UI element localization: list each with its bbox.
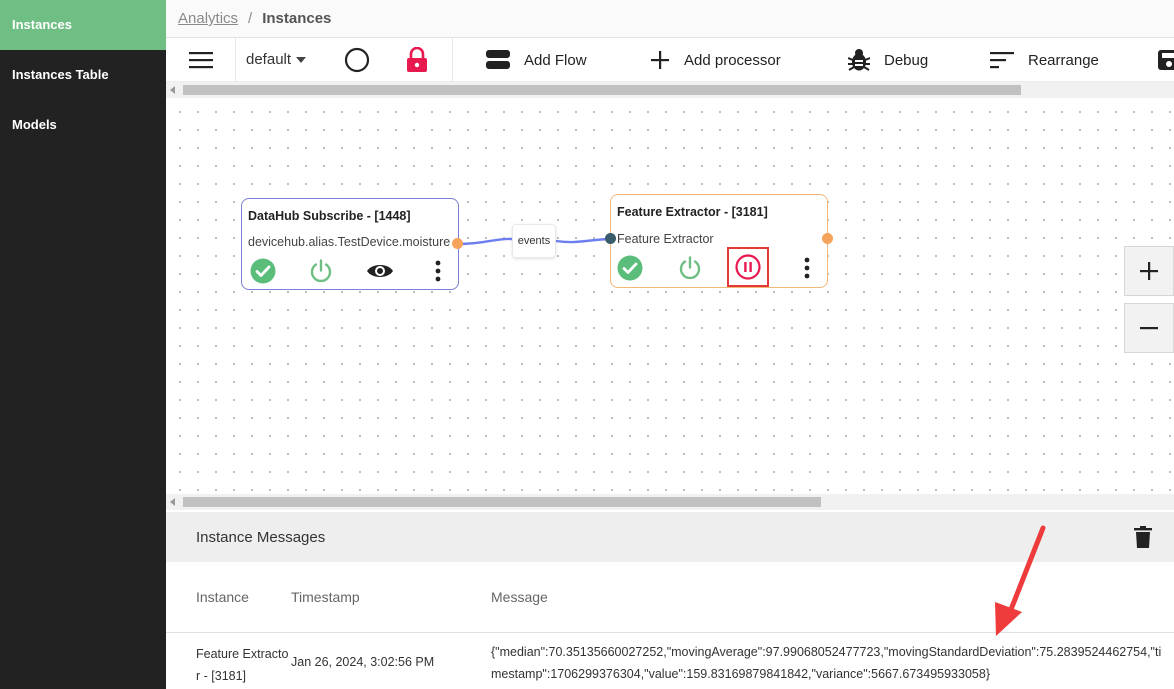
table-row[interactable]: Feature Extractor - [3181] Jan 26, 2024,… <box>166 633 1174 689</box>
canvas-bottom-scrollbar[interactable] <box>166 494 1174 510</box>
node-title: DataHub Subscribe - [1448] <box>248 209 411 223</box>
messages-table-header: Instance Timestamp Message <box>166 562 1174 633</box>
breadcrumb-current: Instances <box>262 10 332 27</box>
row-instance: Feature Extractor - [3181] <box>196 647 289 683</box>
add-flow-button[interactable]: Add Flow <box>486 38 587 82</box>
column-instance: Instance <box>196 589 249 605</box>
status-ok-button[interactable] <box>615 252 645 284</box>
edge-label-events[interactable]: events <box>512 224 556 258</box>
sidebar-item-instances-table[interactable]: Instances Table <box>0 50 166 100</box>
instance-messages-header: Instance Messages <box>166 512 1174 562</box>
zoom-in-button[interactable] <box>1124 246 1174 296</box>
scrollbar-thumb[interactable] <box>183 85 1021 95</box>
check-circle-icon <box>617 255 643 281</box>
scrollbar-thumb[interactable] <box>183 497 821 507</box>
save-icon <box>1158 50 1174 70</box>
column-timestamp: Timestamp <box>291 589 360 605</box>
bug-icon <box>848 49 870 71</box>
toolbar: default Add Flow Add processor Debug Rea… <box>166 37 1174 82</box>
node-title: Feature Extractor - [3181] <box>617 205 768 219</box>
caret-down-icon <box>296 56 307 63</box>
node-feature-extractor[interactable]: Feature Extractor - [3181] Feature Extra… <box>605 194 833 288</box>
rearrange-label: Rearrange <box>1028 51 1099 69</box>
sidebar-item-models[interactable]: Models <box>0 100 166 150</box>
sidebar: Instances Instances Table Models <box>0 0 166 689</box>
node-more-button[interactable] <box>795 252 819 284</box>
node-actions <box>611 247 827 287</box>
status-ok-button[interactable] <box>248 255 278 287</box>
add-processor-button[interactable]: Add processor <box>650 38 781 82</box>
node-subtitle: devicehub.alias.TestDevice.moisture <box>248 235 451 249</box>
flow-canvas[interactable]: DataHub Subscribe - [1448] devicehub.ali… <box>166 98 1174 494</box>
minus-icon <box>1140 327 1158 330</box>
view-button[interactable] <box>364 255 396 287</box>
lock-button[interactable] <box>406 38 428 82</box>
output-port[interactable] <box>822 233 833 244</box>
rearrange-button[interactable]: Rearrange <box>990 38 1099 82</box>
node-datahub-subscribe[interactable]: DataHub Subscribe - [1448] devicehub.ali… <box>241 198 463 290</box>
panel-title: Instance Messages <box>196 528 326 546</box>
check-circle-icon <box>250 258 276 284</box>
save-button[interactable] <box>1158 38 1174 82</box>
scroll-left-arrow-icon[interactable] <box>170 498 175 506</box>
node-subtitle: Feature Extractor <box>617 232 714 246</box>
flow-icon <box>486 50 510 69</box>
eye-icon <box>367 265 393 277</box>
column-message: Message <box>491 589 548 605</box>
edge-events <box>457 237 610 246</box>
row-timestamp: Jan 26, 2024, 3:02:56 PM <box>291 655 435 669</box>
output-port[interactable] <box>452 238 463 249</box>
add-processor-label: Add processor <box>684 51 781 69</box>
canvas-top-scrollbar[interactable] <box>166 82 1174 98</box>
trash-icon <box>1134 526 1152 548</box>
pause-button[interactable] <box>727 247 769 287</box>
circle-outline-icon <box>344 47 370 73</box>
sidebar-item-instances[interactable]: Instances <box>0 0 166 50</box>
add-flow-label: Add Flow <box>524 51 587 69</box>
plus-icon <box>651 51 669 69</box>
plus-icon <box>1140 262 1158 280</box>
breadcrumb-separator: / <box>248 10 253 27</box>
sort-lines-icon <box>990 52 1014 69</box>
clear-messages-button[interactable] <box>1134 526 1152 552</box>
breadcrumb: Analytics / Instances <box>166 0 1174 38</box>
debug-button[interactable]: Debug <box>848 38 928 82</box>
hamburger-menu-icon <box>188 51 213 68</box>
lock-icon <box>407 47 427 72</box>
power-button[interactable] <box>306 255 336 287</box>
pause-circle-icon <box>735 254 761 280</box>
node-more-button[interactable] <box>426 255 450 287</box>
flow-select[interactable]: default <box>236 38 328 82</box>
input-port[interactable] <box>605 233 616 244</box>
power-icon <box>679 256 701 280</box>
more-vertical-icon <box>804 257 810 279</box>
more-vertical-icon <box>435 260 441 282</box>
node-actions <box>242 255 458 287</box>
status-circle-button[interactable] <box>344 38 370 82</box>
scroll-left-arrow-icon[interactable] <box>170 86 175 94</box>
power-button[interactable] <box>675 252 705 284</box>
row-message: {"median":70.35135660027252,"movingAvera… <box>491 645 1162 681</box>
toolbar-divider <box>452 38 453 82</box>
power-icon <box>310 259 332 283</box>
flow-select-value: default <box>246 51 292 68</box>
zoom-out-button[interactable] <box>1124 303 1174 353</box>
menu-button[interactable] <box>166 37 236 82</box>
breadcrumb-analytics-link[interactable]: Analytics <box>178 10 238 27</box>
debug-label: Debug <box>884 51 929 69</box>
